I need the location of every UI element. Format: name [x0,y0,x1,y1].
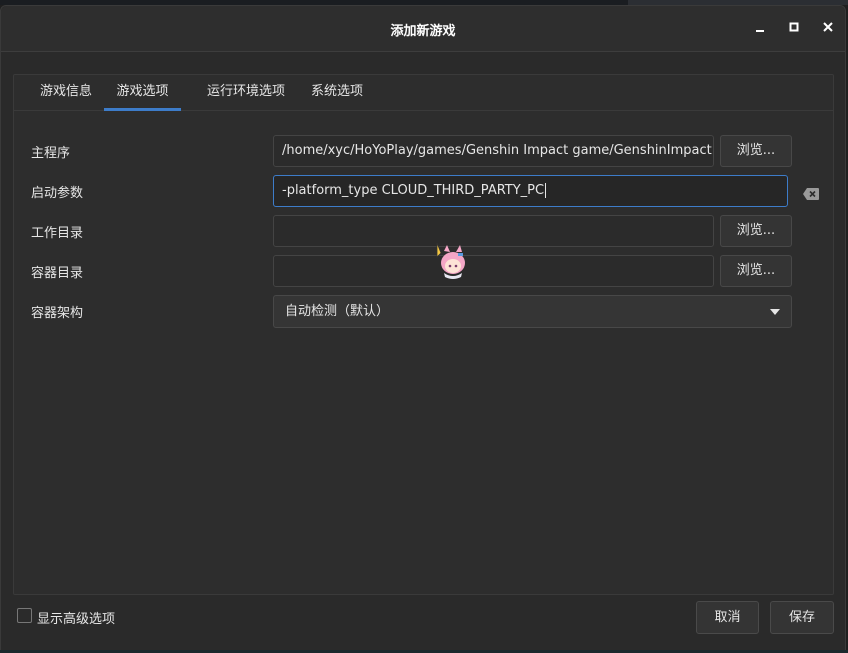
tab-bar: 游戏信息 游戏选项 运行环境选项 系统选项 [14,75,833,111]
tab-system-options[interactable]: 系统选项 [304,75,370,111]
tab-runtime-options[interactable]: 运行环境选项 [196,75,296,111]
working-dir-browse-button[interactable]: 浏览... [720,215,792,247]
working-dir-label: 工作目录 [31,226,84,241]
backspace-icon [803,188,819,200]
text-cursor [545,183,547,198]
show-advanced-checkbox[interactable] [17,608,32,623]
show-advanced-label: 显示高级选项 [37,612,116,627]
container-arch-label: 容器架构 [31,306,84,321]
anime-cursor-mascot-icon [435,242,469,281]
main-program-label: 主程序 [31,146,71,161]
dropdown-arrow-icon [770,309,780,315]
tab-game-info[interactable]: 游戏信息 [26,75,106,111]
dialog-title: 添加新游戏 [390,24,456,39]
launch-args-input[interactable]: -platform_type CLOUD_THIRD_PARTY_PC [273,175,788,207]
save-button[interactable]: 保存 [770,601,834,634]
tab-game-options[interactable]: 游戏选项 [104,75,181,111]
close-button[interactable] [821,20,837,36]
container-arch-value: 自动检测（默认） [285,304,390,319]
add-game-dialog: 添加新游戏 游戏信息 游戏选项 运行环境选项 系统选项 主程序 /home/xy… [0,5,846,653]
clear-text-icon[interactable] [802,187,820,201]
maximize-icon [789,22,799,32]
options-panel: 游戏信息 游戏选项 运行环境选项 系统选项 主程序 /home/xyc/HoYo… [13,74,834,595]
container-arch-select[interactable]: 自动检测（默认） [273,295,792,328]
main-program-browse-button[interactable]: 浏览... [720,135,792,167]
container-dir-label: 容器目录 [31,266,84,281]
working-dir-input[interactable] [273,215,714,247]
container-dir-browse-button[interactable]: 浏览... [720,255,792,287]
maximize-button[interactable] [787,20,803,36]
container-dir-input[interactable] [273,255,714,287]
title-bar: 添加新游戏 [1,6,845,52]
launch-args-label: 启动参数 [31,186,84,201]
cancel-button[interactable]: 取消 [696,601,759,634]
main-program-input[interactable]: /home/xyc/HoYoPlay/games/Genshin Impact … [273,135,714,167]
launch-args-value: -platform_type CLOUD_THIRD_PARTY_PC [282,183,545,198]
minimize-icon [756,30,764,32]
minimize-button[interactable] [753,20,769,36]
close-icon [823,22,833,32]
